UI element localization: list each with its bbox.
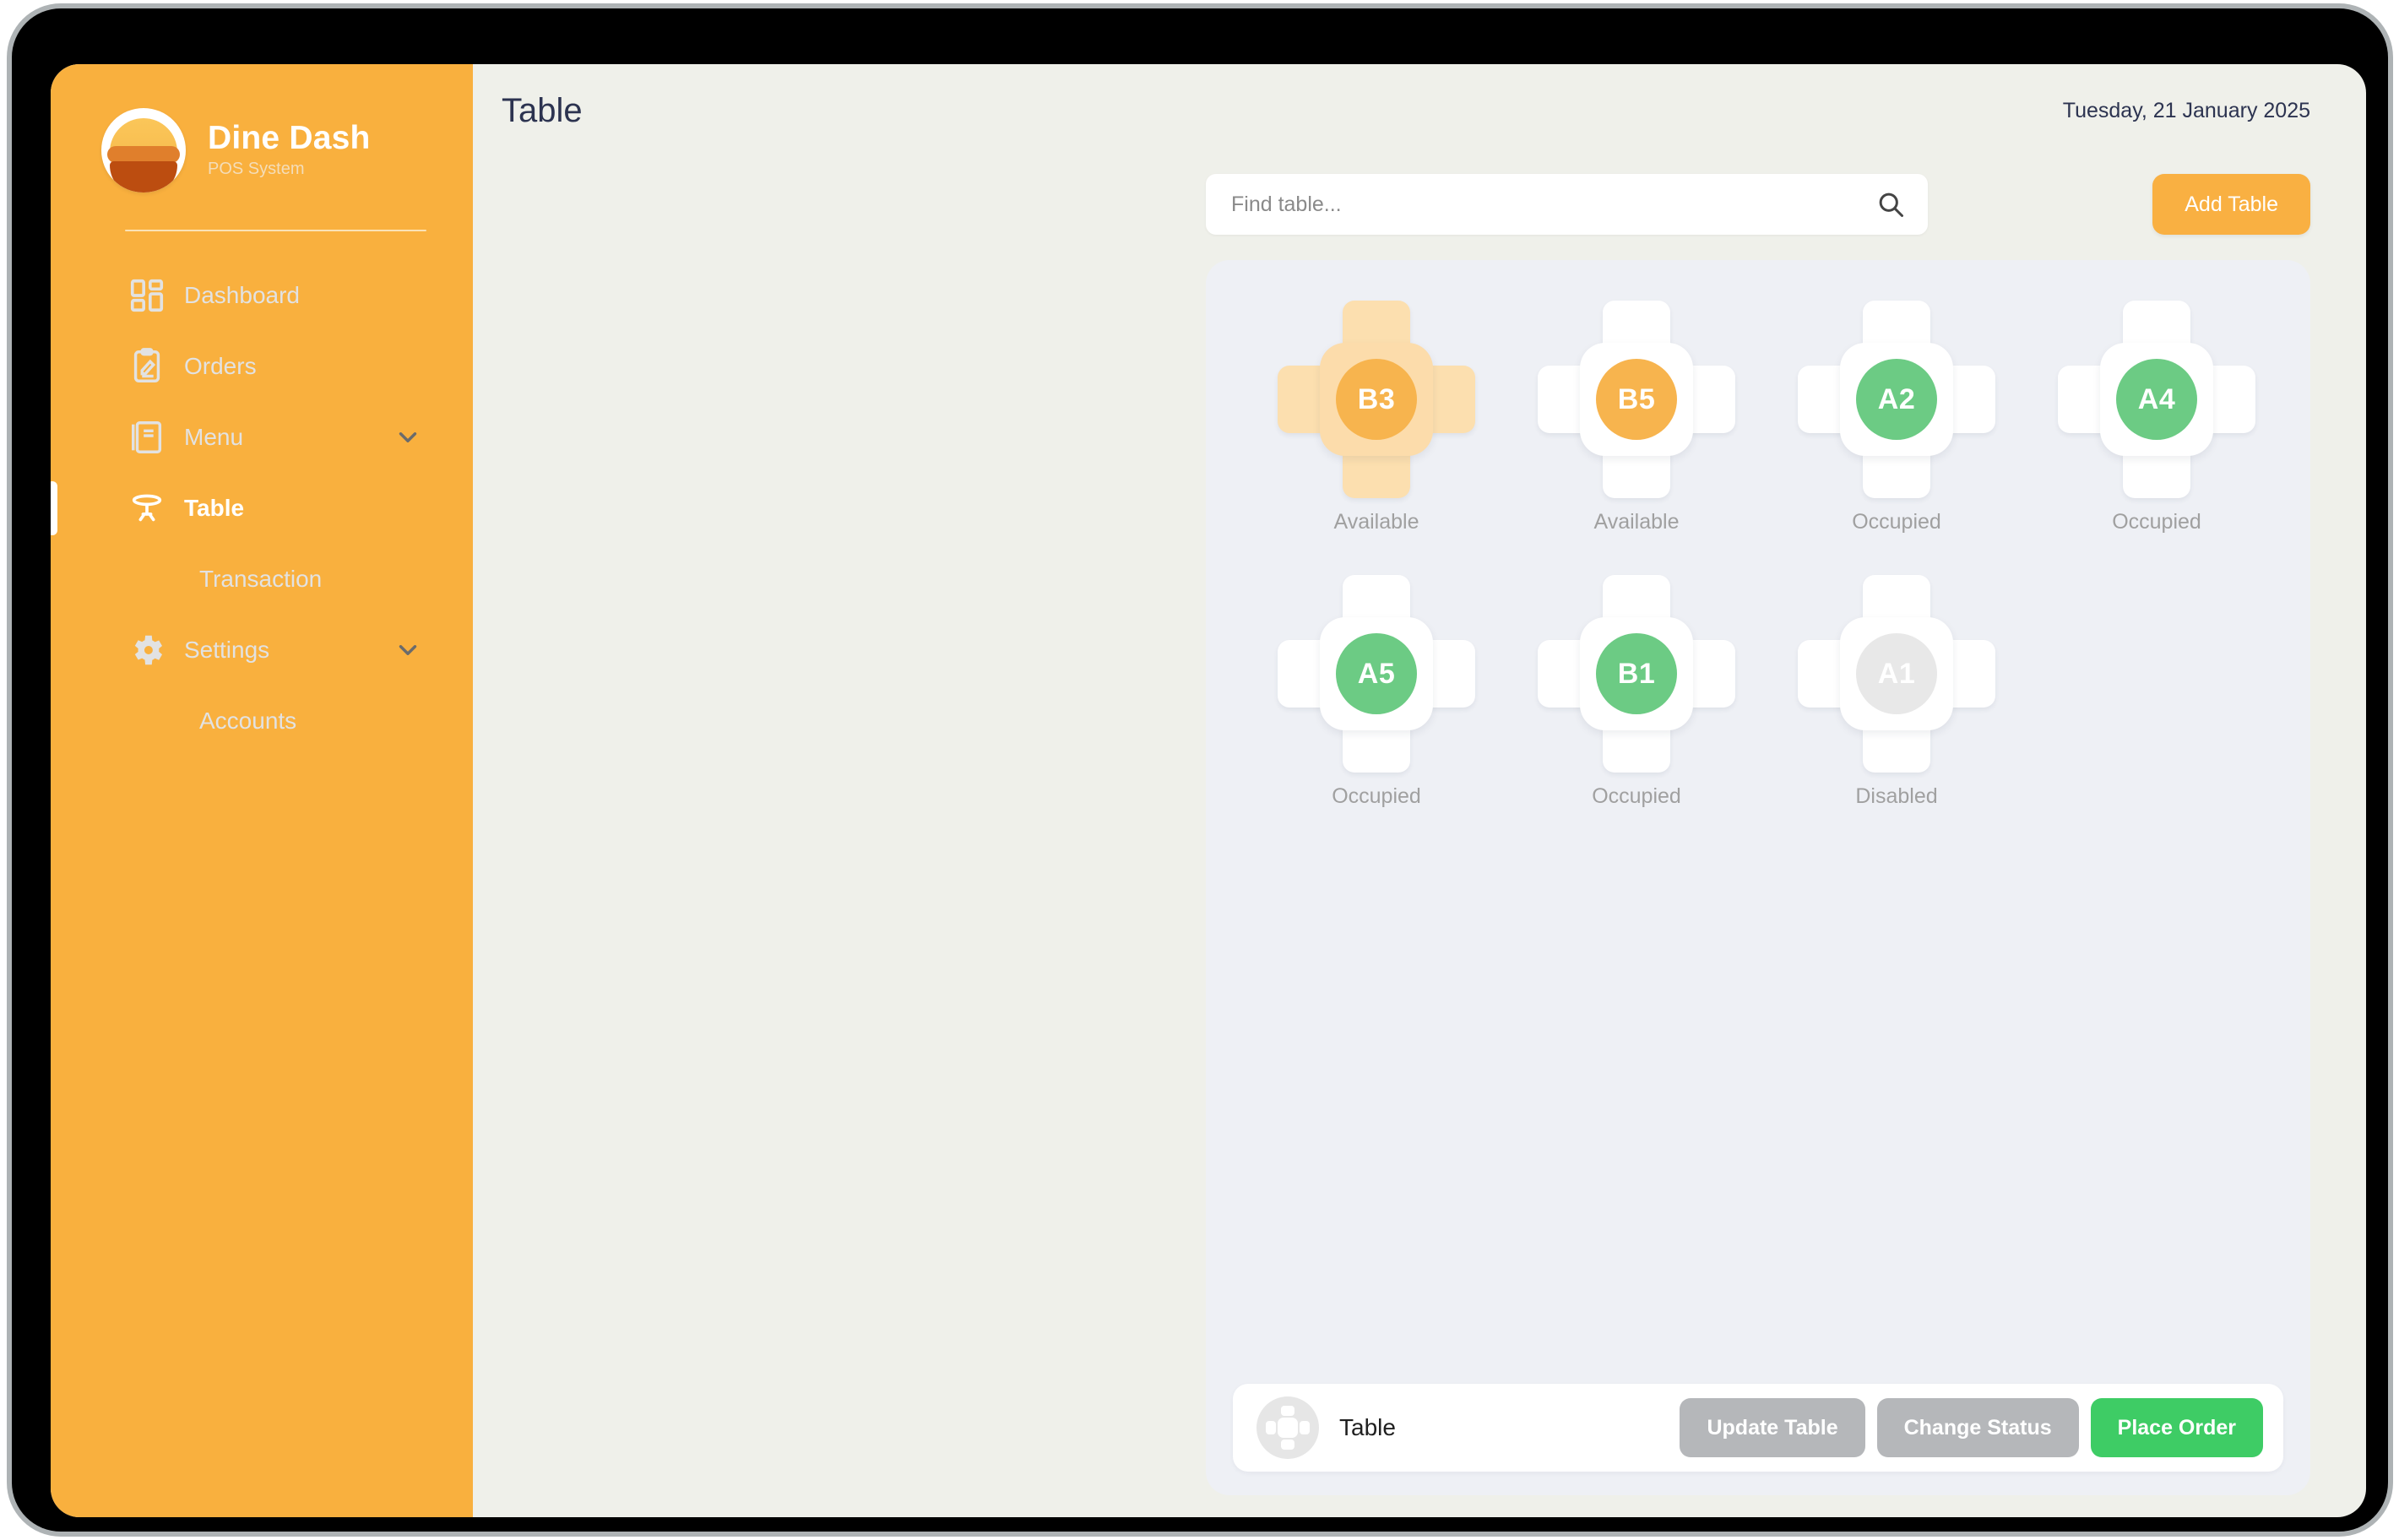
- table-seat-icon: [1256, 1396, 1319, 1459]
- toolbar: Add Table: [473, 157, 2366, 235]
- tables-board: B3 Available B5 Available A2 Occupied A4…: [1206, 260, 2310, 1495]
- search-input[interactable]: [1206, 174, 1928, 235]
- table-status-label: Disabled: [1855, 784, 1938, 808]
- sidebar-item-settings[interactable]: Settings: [51, 615, 473, 686]
- sidebar-item-label: Settings: [184, 637, 270, 663]
- dashboard-grid-icon: [125, 274, 169, 317]
- chevron-down-icon[interactable]: [394, 423, 422, 452]
- page-title: Table: [502, 91, 583, 129]
- current-date: Tuesday, 21 January 2025: [2062, 98, 2310, 122]
- pedestal-table-icon: [125, 486, 169, 530]
- table-id-badge: B5: [1596, 359, 1677, 440]
- table-shape-a1[interactable]: A1: [1798, 575, 1995, 773]
- table-id-badge: A2: [1856, 359, 1937, 440]
- table-id-badge: A5: [1336, 633, 1417, 714]
- table-card[interactable]: A5 Occupied: [1246, 575, 1506, 809]
- brand-title: Dine Dash: [208, 120, 371, 157]
- sidebar-item-table[interactable]: Table: [51, 473, 473, 544]
- chevron-down-icon[interactable]: [394, 636, 422, 664]
- sidebar-item-label: Dashboard: [184, 282, 300, 308]
- device-bezel: Dine Dash POS System Dashboard Orders Me…: [12, 8, 2388, 1532]
- sidebar-item-label: Transaction: [199, 566, 323, 592]
- table-shape-a4[interactable]: A4: [2058, 301, 2255, 498]
- change-status-button[interactable]: Change Status: [1876, 1398, 2079, 1457]
- table-status-label: Occupied: [1332, 784, 1421, 808]
- table-shape-b3[interactable]: B3: [1278, 301, 1475, 498]
- brand: Dine Dash POS System: [51, 108, 473, 192]
- page-header: Table Tuesday, 21 January 2025: [473, 64, 2366, 157]
- table-status-label: Available: [1593, 510, 1680, 534]
- book-icon: [125, 415, 169, 459]
- main-content: Table Tuesday, 21 January 2025 Add T: [473, 64, 2366, 1517]
- table-id-badge: A1: [1856, 633, 1937, 714]
- table-status-label: Occupied: [1592, 784, 1681, 808]
- sidebar-divider: [125, 230, 426, 231]
- clipboard-pencil-icon: [125, 344, 169, 388]
- table-card[interactable]: B5 Available: [1506, 301, 1767, 534]
- action-bar-title: Table: [1339, 1414, 1396, 1440]
- screen: Dine Dash POS System Dashboard Orders Me…: [51, 64, 2366, 1517]
- table-shape-a5[interactable]: A5: [1278, 575, 1475, 773]
- sidebar-item-transaction[interactable]: Transaction: [51, 544, 473, 615]
- table-card[interactable]: B3 Available: [1246, 301, 1506, 534]
- sidebar-item-label: Orders: [184, 353, 257, 379]
- active-indicator: [51, 481, 57, 535]
- action-bar: Table Update Table Change Status Place O…: [1233, 1384, 2283, 1472]
- table-id-badge: B3: [1336, 359, 1417, 440]
- table-card[interactable]: A2 Occupied: [1767, 301, 2027, 534]
- sidebar-item-dashboard[interactable]: Dashboard: [51, 260, 473, 331]
- table-shape-b1[interactable]: B1: [1538, 575, 1735, 773]
- table-shape-a2[interactable]: A2: [1798, 301, 1995, 498]
- search-field-wrap: [1206, 174, 1928, 235]
- table-shape-b5[interactable]: B5: [1538, 301, 1735, 498]
- action-bar-buttons: Update Table Change Status Place Order: [1680, 1398, 2263, 1457]
- table-id-badge: B1: [1596, 633, 1677, 714]
- add-table-button[interactable]: Add Table: [2152, 174, 2310, 235]
- tables-grid: B3 Available B5 Available A2 Occupied A4…: [1206, 301, 2310, 809]
- gear-icon: [125, 628, 169, 672]
- table-status-label: Occupied: [2112, 510, 2201, 534]
- sidebar-nav: Dashboard Orders Menu Table Transaction …: [51, 260, 473, 756]
- table-card[interactable]: B1 Occupied: [1506, 575, 1767, 809]
- burger-logo-icon: [101, 108, 186, 192]
- sidebar-item-accounts[interactable]: Accounts: [51, 686, 473, 756]
- table-card[interactable]: A4 Occupied: [2027, 301, 2287, 534]
- brand-subtitle: POS System: [208, 159, 305, 178]
- sidebar-item-orders[interactable]: Orders: [51, 331, 473, 402]
- table-status-label: Occupied: [1852, 510, 1941, 534]
- sidebar: Dine Dash POS System Dashboard Orders Me…: [51, 64, 473, 1517]
- sidebar-item-menu[interactable]: Menu: [51, 402, 473, 473]
- update-table-button[interactable]: Update Table: [1680, 1398, 1865, 1457]
- tablet-device-frame: Dine Dash POS System Dashboard Orders Me…: [7, 3, 2393, 1537]
- table-status-label: Available: [1333, 510, 1419, 534]
- table-id-badge: A4: [2116, 359, 2197, 440]
- sidebar-item-label: Table: [184, 495, 245, 521]
- sidebar-item-label: Menu: [184, 424, 244, 450]
- table-card[interactable]: A1 Disabled: [1767, 575, 2027, 809]
- sidebar-item-label: Accounts: [199, 708, 297, 734]
- place-order-button[interactable]: Place Order: [2090, 1398, 2263, 1457]
